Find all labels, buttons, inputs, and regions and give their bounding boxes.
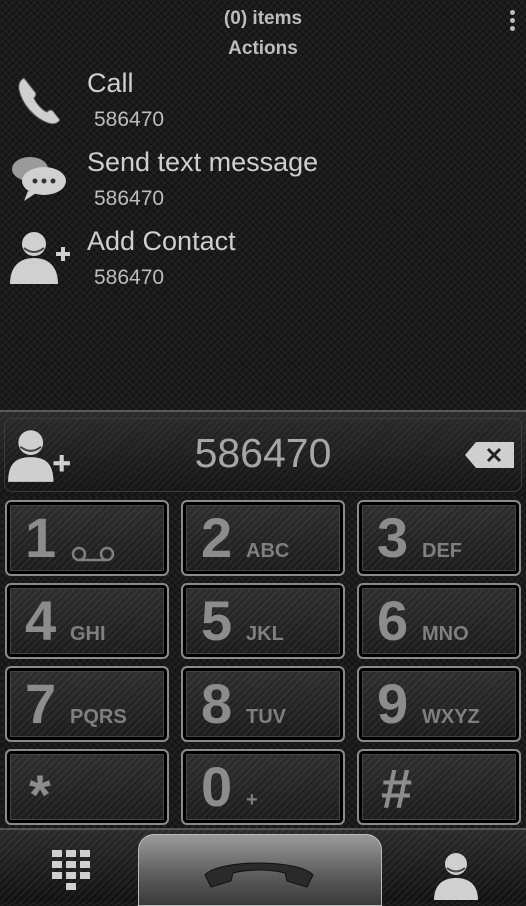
key-9[interactable]: 9 WXYZ [357, 666, 521, 742]
phone-icon [18, 77, 61, 125]
key-letters: TUV [246, 706, 286, 728]
add-contact-icon [10, 232, 70, 284]
key-7[interactable]: 7 PQRS [5, 666, 169, 742]
bottom-action-bar [0, 828, 526, 906]
key-digit: 6 [377, 589, 409, 652]
key-6[interactable]: 6 MNO [357, 583, 521, 659]
backspace-icon[interactable] [464, 440, 516, 470]
handset-icon [204, 862, 314, 888]
key-5[interactable]: 5 JKL [181, 583, 345, 659]
voicemail-icon [71, 546, 115, 562]
key-letters: + [246, 789, 258, 811]
key-star[interactable]: * [5, 749, 169, 825]
dialed-number[interactable]: 586470 [110, 430, 416, 477]
key-letters: PQRS [70, 706, 127, 728]
add-contact-number: 586470 [94, 266, 165, 289]
key-digit: 5 [201, 589, 233, 652]
key-letters: GHI [70, 623, 106, 645]
key-letters: MNO [422, 623, 469, 645]
key-letters: WXYZ [422, 706, 480, 728]
send-text-number: 586470 [94, 187, 165, 210]
send-text-action[interactable]: Send text message 586470 [0, 147, 526, 225]
call-label: Call [87, 68, 134, 98]
key-hash[interactable]: # [357, 749, 521, 825]
items-count: (0) items [223, 8, 303, 29]
key-letters: JKL [246, 623, 284, 645]
key-8[interactable]: 8 TUV [181, 666, 345, 742]
key-digit: 4 [25, 589, 57, 652]
key-2[interactable]: 2 ABC [181, 500, 345, 576]
key-digit: 9 [377, 672, 409, 735]
key-1[interactable]: 1 [5, 500, 169, 576]
call-action[interactable]: Call 586470 [0, 68, 526, 146]
add-contact-label: Add Contact [87, 226, 236, 256]
dial-keypad: 1 2 ABC 3 DEF 4 GHI 5 JKL 6 MNO 7 PQRS 8… [0, 494, 526, 830]
add-contact-icon[interactable] [6, 422, 72, 488]
key-digit: 2 [201, 506, 233, 569]
dialpad-grid-icon[interactable] [40, 842, 112, 900]
key-letters: DEF [422, 540, 462, 562]
key-letters: ABC [246, 540, 290, 562]
actions-title: Actions [228, 38, 298, 59]
number-entry-bar: 586470 [0, 410, 526, 496]
key-digit: 3 [377, 506, 409, 569]
key-digit: # [381, 757, 413, 820]
add-contact-action[interactable]: Add Contact 586470 [0, 226, 526, 304]
call-number: 586470 [94, 108, 165, 131]
overflow-menu-icon[interactable] [510, 10, 516, 32]
key-digit: 0 [201, 755, 233, 818]
key-digit: 1 [25, 506, 57, 569]
send-text-label: Send text message [87, 147, 319, 177]
key-0[interactable]: 0 + [181, 749, 345, 825]
key-3[interactable]: 3 DEF [357, 500, 521, 576]
actions-header: (0) items Actions [0, 0, 526, 68]
key-digit: * [29, 763, 51, 826]
key-digit: 7 [25, 672, 57, 735]
chat-bubbles-icon [12, 157, 66, 201]
key-digit: 8 [201, 672, 233, 735]
call-button[interactable] [138, 834, 382, 906]
key-4[interactable]: 4 GHI [5, 583, 169, 659]
contacts-icon[interactable] [426, 848, 486, 902]
